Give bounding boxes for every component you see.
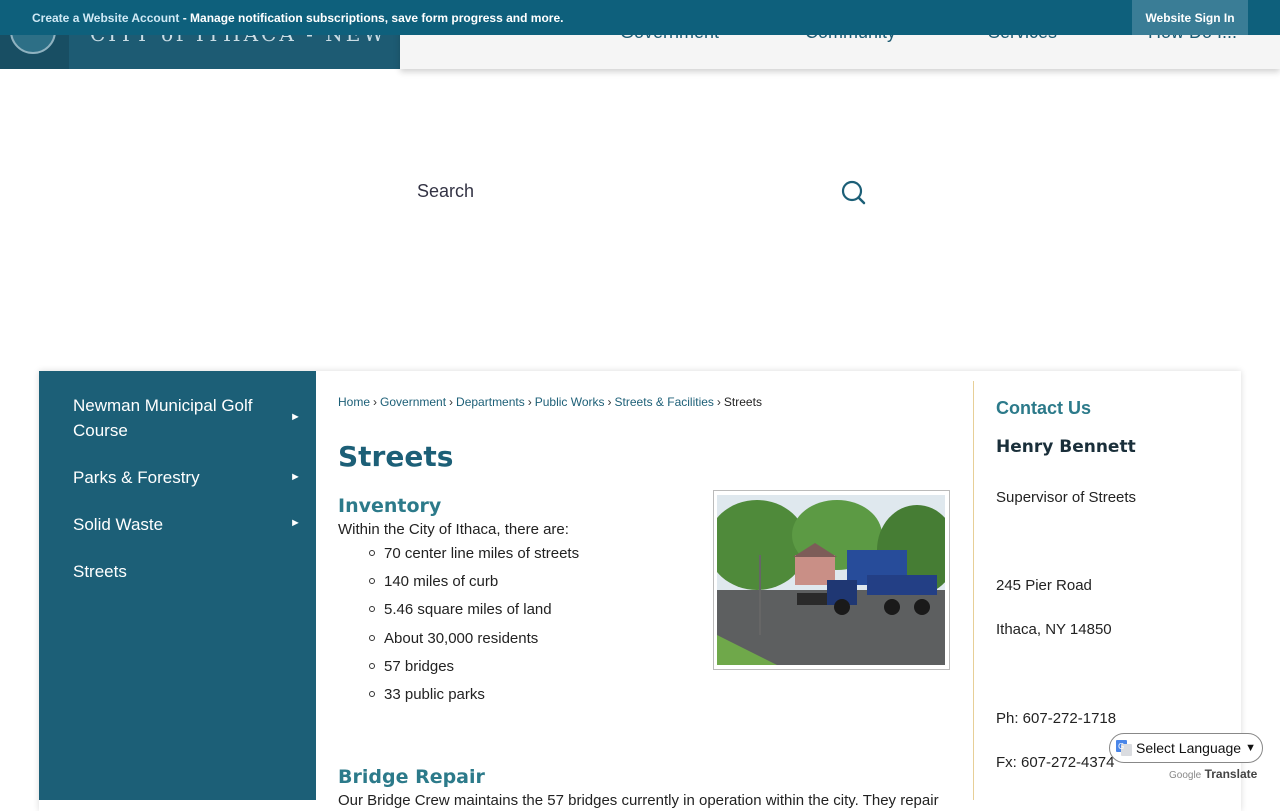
contact-phone[interactable]: Ph: 607-272-1718 xyxy=(996,710,1116,727)
list-item: 33 public parks xyxy=(369,686,579,714)
breadcrumb: Home › Government › Departments › Public Works… xyxy=(338,395,762,409)
account-banner: Create a Website Account - Manage notifi… xyxy=(0,0,1280,35)
sidebar-item-solid-waste[interactable]: Solid Waste xyxy=(73,512,163,537)
google-logo-text: Google xyxy=(1169,770,1202,781)
inventory-list: 70 center line miles of streets 140 mile… xyxy=(369,545,579,714)
column-divider xyxy=(973,381,974,800)
list-item: 5.46 square miles of land xyxy=(369,601,579,629)
dump-truck-photo xyxy=(713,490,950,670)
list-item: 140 miles of curb xyxy=(369,573,579,601)
breadcrumb-current: Streets xyxy=(723,395,762,409)
list-item: 57 bridges xyxy=(369,658,579,686)
create-account-link[interactable]: Create a Website Account xyxy=(32,11,179,25)
breadcrumb-departments[interactable]: Departments xyxy=(456,395,525,409)
street-paving-image xyxy=(717,495,945,665)
translate-link[interactable]: Translate xyxy=(1205,767,1258,781)
bridge-repair-heading: Bridge Repair xyxy=(338,766,485,788)
breadcrumb-separator: › xyxy=(716,395,721,409)
expand-arrow-icon[interactable]: ► xyxy=(290,517,301,529)
chevron-down-icon: ▼ xyxy=(1245,742,1256,754)
breadcrumb-separator: › xyxy=(527,395,532,409)
breadcrumb-separator: › xyxy=(607,395,612,409)
sidebar-item-parks-forestry[interactable]: Parks & Forestry xyxy=(73,465,200,490)
breadcrumb-government[interactable]: Government xyxy=(380,395,446,409)
breadcrumb-home[interactable]: Home xyxy=(338,395,370,409)
bridge-repair-text: Our Bridge Crew maintains the 57 bridges… xyxy=(338,792,939,809)
account-banner-text: Create a Website Account - Manage notifi… xyxy=(32,11,563,25)
contact-name: Henry Bennett xyxy=(996,437,1136,457)
inventory-heading: Inventory xyxy=(338,495,442,517)
contact-address-line2: Ithaca, NY 14850 xyxy=(996,621,1112,638)
language-select[interactable]: G Select Language ▼ xyxy=(1109,733,1263,763)
breadcrumb-separator: › xyxy=(373,395,378,409)
breadcrumb-separator: › xyxy=(449,395,454,409)
sidebar-item-streets[interactable]: Streets xyxy=(73,559,127,584)
contact-role: Supervisor of Streets xyxy=(996,489,1137,506)
contact-fax: Fx: 607-272-4374 xyxy=(996,754,1115,771)
account-banner-message: - Manage notification subscriptions, sav… xyxy=(179,10,564,25)
svg-text:G: G xyxy=(1118,742,1124,751)
list-item: About 30,000 residents xyxy=(369,630,579,658)
website-sign-in-button[interactable]: Website Sign In xyxy=(1132,0,1248,35)
contact-address-line1: 245 Pier Road xyxy=(996,577,1092,594)
page-title: Streets xyxy=(338,440,454,473)
list-item: 70 center line miles of streets xyxy=(369,545,579,573)
language-select-label: Select Language xyxy=(1136,740,1242,756)
expand-arrow-icon[interactable]: ► xyxy=(290,411,301,423)
breadcrumb-streets-facilities[interactable]: Streets & Facilities xyxy=(615,395,714,409)
sidebar-item-golf-course[interactable]: Newman Municipal Golf Course xyxy=(73,393,273,443)
google-translate-icon: G xyxy=(1116,740,1132,756)
breadcrumb-public-works[interactable]: Public Works xyxy=(535,395,605,409)
contact-us-heading: Contact Us xyxy=(996,398,1092,418)
powered-by-google[interactable]: Google Translate xyxy=(1169,767,1257,781)
sidebar-nav: Newman Municipal Golf Course ► Parks & F… xyxy=(39,371,316,800)
expand-arrow-icon[interactable]: ► xyxy=(290,471,301,483)
search-input[interactable]: Search xyxy=(417,181,474,202)
inventory-intro: Within the City of Ithaca, there are: xyxy=(338,521,569,538)
search-icon[interactable] xyxy=(838,178,868,208)
